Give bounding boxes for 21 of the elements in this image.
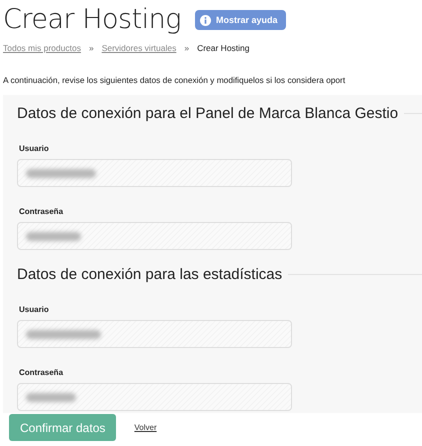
field-label: Usuario: [19, 144, 49, 153]
breadcrumb-separator: »: [184, 43, 190, 53]
section-heading: Datos de conexión para las estadísticas: [17, 266, 282, 283]
breadcrumb-separator: »: [88, 43, 94, 53]
field-label: Contraseña: [19, 207, 64, 216]
breadcrumb-link[interactable]: Todos mis productos: [3, 43, 81, 53]
section-heading: Datos de conexión para el Panel de Marca Blanca Gestio: [17, 105, 398, 122]
input-field[interactable]: [17, 320, 292, 348]
input-field[interactable]: [17, 159, 292, 187]
info-icon: [200, 14, 211, 26]
breadcrumb-link[interactable]: Servidores virtuales: [102, 43, 176, 53]
show-help-button[interactable]: Mostrar ayuda: [195, 10, 286, 30]
intro-text: A continuación, revise los siguientes datos de conexión y modifiquelos si los considera oport: [3, 75, 346, 85]
field-label: Contraseña: [19, 368, 64, 377]
confirm-button[interactable]: Confirmar datos: [9, 414, 116, 441]
page-title: Crear Hosting: [3, 4, 181, 34]
input-field[interactable]: [17, 383, 292, 411]
breadcrumb-current: Crear Hosting: [197, 43, 250, 53]
back-link[interactable]: Volver: [134, 423, 157, 432]
field-label: Usuario: [19, 305, 49, 314]
input-field[interactable]: [17, 222, 292, 250]
